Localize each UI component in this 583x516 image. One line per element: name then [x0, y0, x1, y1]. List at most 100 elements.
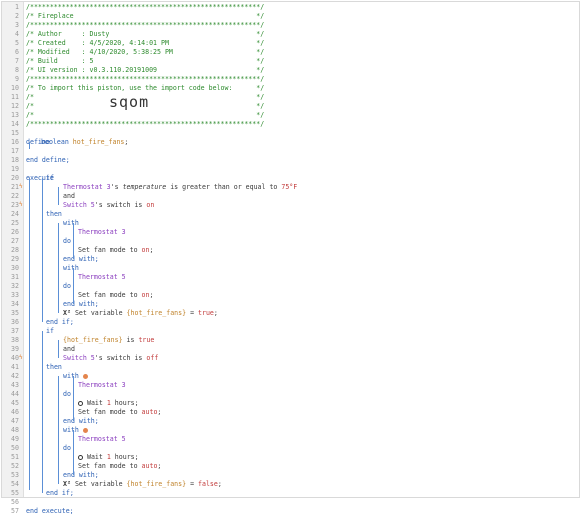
line-number: 7 — [15, 57, 19, 65]
line-number: 3 — [15, 21, 19, 29]
end-with[interactable]: end with; — [63, 417, 99, 426]
line-number: 12 — [11, 102, 19, 110]
end-with[interactable]: end with; — [63, 300, 99, 309]
do-keyword[interactable]: do — [63, 390, 71, 399]
clock-icon — [78, 400, 83, 406]
code-line: /* Modified : 4/10/2020, 5:38:25 PM */ — [26, 48, 265, 56]
line-number: 55 — [11, 489, 19, 497]
end-with[interactable]: end with; — [63, 255, 99, 264]
line-number: 35 — [11, 309, 19, 317]
block-guide — [29, 178, 30, 490]
line-number: 22 — [11, 192, 19, 200]
if-keyword[interactable]: if — [46, 174, 54, 183]
line-number: 8 — [15, 66, 19, 74]
do-keyword[interactable]: do — [63, 237, 71, 246]
variable-icon: X² — [63, 480, 71, 488]
with-block-header[interactable]: with — [63, 426, 88, 435]
wait-statement[interactable]: Wait 1 hours; — [78, 453, 139, 462]
block-guide — [42, 331, 43, 493]
and-operator[interactable]: and — [63, 345, 75, 354]
import-code: sqom — [109, 93, 150, 111]
then-keyword[interactable]: then — [46, 210, 62, 219]
line-number: 41 — [11, 363, 19, 371]
code-line: /***************************************… — [26, 3, 265, 11]
line-number: 15 — [11, 129, 19, 137]
line-number: 13 — [11, 111, 19, 119]
set-fan-mode-on[interactable]: Set fan mode to on; — [78, 246, 153, 255]
line-number: 34 — [11, 300, 19, 308]
line-number: 5 — [15, 39, 19, 47]
with-block-header[interactable]: with — [63, 372, 88, 381]
line-number: 46 — [11, 408, 19, 416]
line-number: 32 — [11, 282, 19, 290]
block-guide — [73, 223, 74, 259]
set-variable-false[interactable]: X² Set variable {hot_fire_fans} = false; — [63, 480, 222, 489]
code-line: /***************************************… — [26, 120, 265, 128]
set-variable-true[interactable]: X² Set variable {hot_fire_fans} = true; — [63, 309, 218, 318]
code-viewer: 1 2 3 4 5 6 7 8 9 10 11 12 13 14 15 16 17 18 19 20 21 22 23 24 2… — [1, 1, 580, 515]
device-thermostat-3[interactable]: Thermostat 3 — [78, 381, 126, 390]
block-guide — [58, 340, 59, 358]
line-number: 50 — [11, 444, 19, 452]
line-number: 4 — [15, 30, 19, 38]
end-if[interactable]: end if; — [46, 318, 74, 327]
block-guide — [73, 430, 74, 475]
line-number: 43 — [11, 381, 19, 389]
code-line: end define; — [26, 156, 70, 164]
line-number: 40 — [11, 354, 19, 362]
line-number: 47 — [11, 417, 19, 425]
line-number: 6 — [15, 48, 19, 56]
if-keyword[interactable]: if — [46, 327, 54, 336]
end-if[interactable]: end if; — [46, 489, 74, 498]
condition-variable-true[interactable]: {hot_fire_fans} is true — [63, 336, 154, 345]
trigger-flag-icon: ϟ — [19, 201, 23, 208]
line-number: 30 — [11, 264, 19, 272]
set-fan-mode-auto[interactable]: Set fan mode to auto; — [78, 462, 161, 471]
line-number: 51 — [11, 453, 19, 461]
async-badge-icon — [82, 373, 88, 379]
line-number: 38 — [11, 336, 19, 344]
set-fan-mode-on[interactable]: Set fan mode to on; — [78, 291, 153, 300]
and-operator[interactable]: and — [63, 192, 75, 201]
line-number: 37 — [11, 327, 19, 335]
line-number: 56 — [11, 498, 19, 506]
then-keyword[interactable]: then — [46, 363, 62, 372]
device-thermostat-3[interactable]: Thermostat 3 — [78, 228, 126, 237]
do-keyword[interactable]: do — [63, 282, 71, 291]
line-number: 1 — [15, 3, 19, 11]
code-line: /* To import this piston, use the import… — [26, 84, 265, 92]
trigger-flag-icon: ϟ — [19, 183, 23, 190]
wait-statement[interactable]: Wait 1 hours; — [78, 399, 139, 408]
line-number: 25 — [11, 219, 19, 227]
variable-declaration[interactable]: boolean hot_fire_fans; — [41, 138, 128, 147]
line-number: 57 — [11, 507, 19, 515]
line-number: 28 — [11, 246, 19, 254]
set-fan-mode-auto[interactable]: Set fan mode to auto; — [78, 408, 161, 417]
code-line: /* Author : Dusty */ — [26, 30, 265, 38]
line-number: 20 — [11, 174, 19, 182]
with-keyword[interactable]: with — [63, 264, 79, 273]
code-line: /* UI version : v0.3.110.20191009 */ — [26, 66, 265, 74]
code-line: /***************************************… — [26, 21, 265, 29]
code-line: /* Build : 5 */ — [26, 57, 265, 65]
line-number: 31 — [11, 273, 19, 281]
line-number: 23 — [11, 201, 19, 209]
line-number: 42 — [11, 372, 19, 380]
do-keyword[interactable]: do — [63, 444, 71, 453]
device-thermostat-5[interactable]: Thermostat 5 — [78, 435, 126, 444]
code-line: end execute; — [26, 507, 74, 515]
line-number: 16 — [11, 138, 19, 146]
condition-switch-on[interactable]: Switch 5's switch is on — [63, 201, 154, 210]
line-number: 44 — [11, 390, 19, 398]
line-number: 52 — [11, 462, 19, 470]
device-thermostat-5[interactable]: Thermostat 5 — [78, 273, 126, 282]
condition-switch-off[interactable]: Switch 5's switch is off — [63, 354, 158, 363]
line-number: 9 — [15, 75, 19, 83]
end-with[interactable]: end with; — [63, 471, 99, 480]
condition-temperature[interactable]: Thermostat 3's temperature is greater th… — [63, 183, 297, 192]
block-guide — [42, 178, 43, 322]
with-keyword[interactable]: with — [63, 219, 79, 228]
async-badge-icon — [82, 427, 88, 433]
line-number: 26 — [11, 228, 19, 236]
line-number: 39 — [11, 345, 19, 353]
